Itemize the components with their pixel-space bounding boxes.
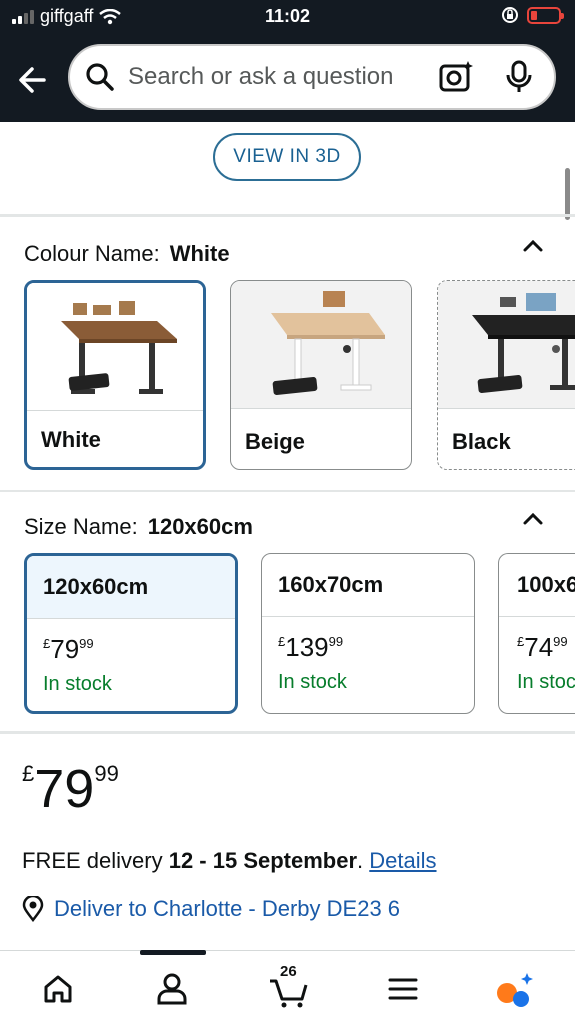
status-bar: giffgaff 11:02: [0, 0, 575, 42]
size-option-name: 160x70cm: [262, 554, 474, 617]
colour-option-white[interactable]: White: [24, 280, 206, 470]
camera-search-icon[interactable]: [438, 59, 474, 95]
colour-option-label: White: [41, 427, 101, 452]
desk-black-image: [438, 281, 575, 409]
clock: 11:02: [264, 6, 311, 26]
delivery-info: FREE delivery 12 - 15 September. Details: [22, 848, 437, 873]
account-icon[interactable]: [152, 969, 192, 1009]
size-option-120x60[interactable]: 120x60cm £7999 In stock: [24, 553, 238, 714]
current-page-indicator: [140, 950, 206, 955]
rotation-lock-icon: [502, 7, 518, 23]
size-option-name: 100x60cm: [499, 554, 575, 617]
cart-button[interactable]: 26: [268, 963, 312, 1009]
search-bar[interactable]: Search or ask a question: [68, 44, 556, 110]
size-option-price: £7999: [43, 634, 94, 664]
size-option-price: £7499: [517, 632, 568, 662]
colour-option-label: Black: [452, 429, 511, 454]
page-scrollbar[interactable]: [565, 168, 570, 220]
bottom-nav: 26: [0, 950, 575, 1024]
battery-icon: [527, 6, 564, 24]
delivery-dates: 12 - 15 September: [168, 848, 358, 873]
stock-status: In stock: [278, 671, 347, 693]
stock-status: In stock: [43, 673, 112, 695]
chevron-up-icon[interactable]: [521, 507, 545, 531]
desk-white-image: [27, 283, 203, 411]
divider: [0, 490, 575, 492]
view-in-3d-button[interactable]: VIEW IN 3D: [213, 133, 361, 181]
product-price: £7999: [22, 759, 119, 819]
deliver-to-link[interactable]: Deliver to Charlotte - Derby DE23 6: [22, 896, 400, 922]
size-option-name: 120x60cm: [27, 556, 235, 619]
size-option-price: £13999: [278, 632, 344, 662]
cart-count: 26: [280, 963, 297, 980]
menu-icon[interactable]: [383, 969, 423, 1009]
size-option-100x60[interactable]: 100x60cm £7499 In stock: [498, 553, 575, 714]
colour-option-black[interactable]: Black: [437, 280, 575, 470]
divider: [0, 214, 575, 217]
size-name-label: Size Name: 120x60cm: [24, 514, 253, 539]
microphone-icon[interactable]: [504, 60, 534, 94]
search-icon: [86, 63, 114, 91]
home-icon[interactable]: [38, 969, 78, 1009]
details-link[interactable]: Details: [369, 848, 436, 873]
selected-colour: White: [169, 241, 230, 266]
size-option-160x70[interactable]: 160x70cm £13999 In stock: [261, 553, 475, 714]
stock-status: In stock: [517, 671, 575, 693]
chevron-up-icon[interactable]: [521, 234, 545, 258]
rufus-assistant-icon[interactable]: [494, 969, 534, 1009]
divider: [0, 731, 575, 734]
selected-size: 120x60cm: [147, 514, 253, 539]
desk-beige-image: [231, 281, 411, 409]
back-arrow-icon[interactable]: [14, 60, 54, 100]
location-pin-icon: [22, 896, 44, 922]
search-header: Search or ask a question: [0, 42, 575, 122]
colour-option-beige[interactable]: Beige: [230, 280, 412, 470]
colour-name-label: Colour Name: White: [24, 241, 230, 266]
colour-option-label: Beige: [245, 429, 305, 454]
search-input[interactable]: Search or ask a question: [128, 63, 438, 91]
